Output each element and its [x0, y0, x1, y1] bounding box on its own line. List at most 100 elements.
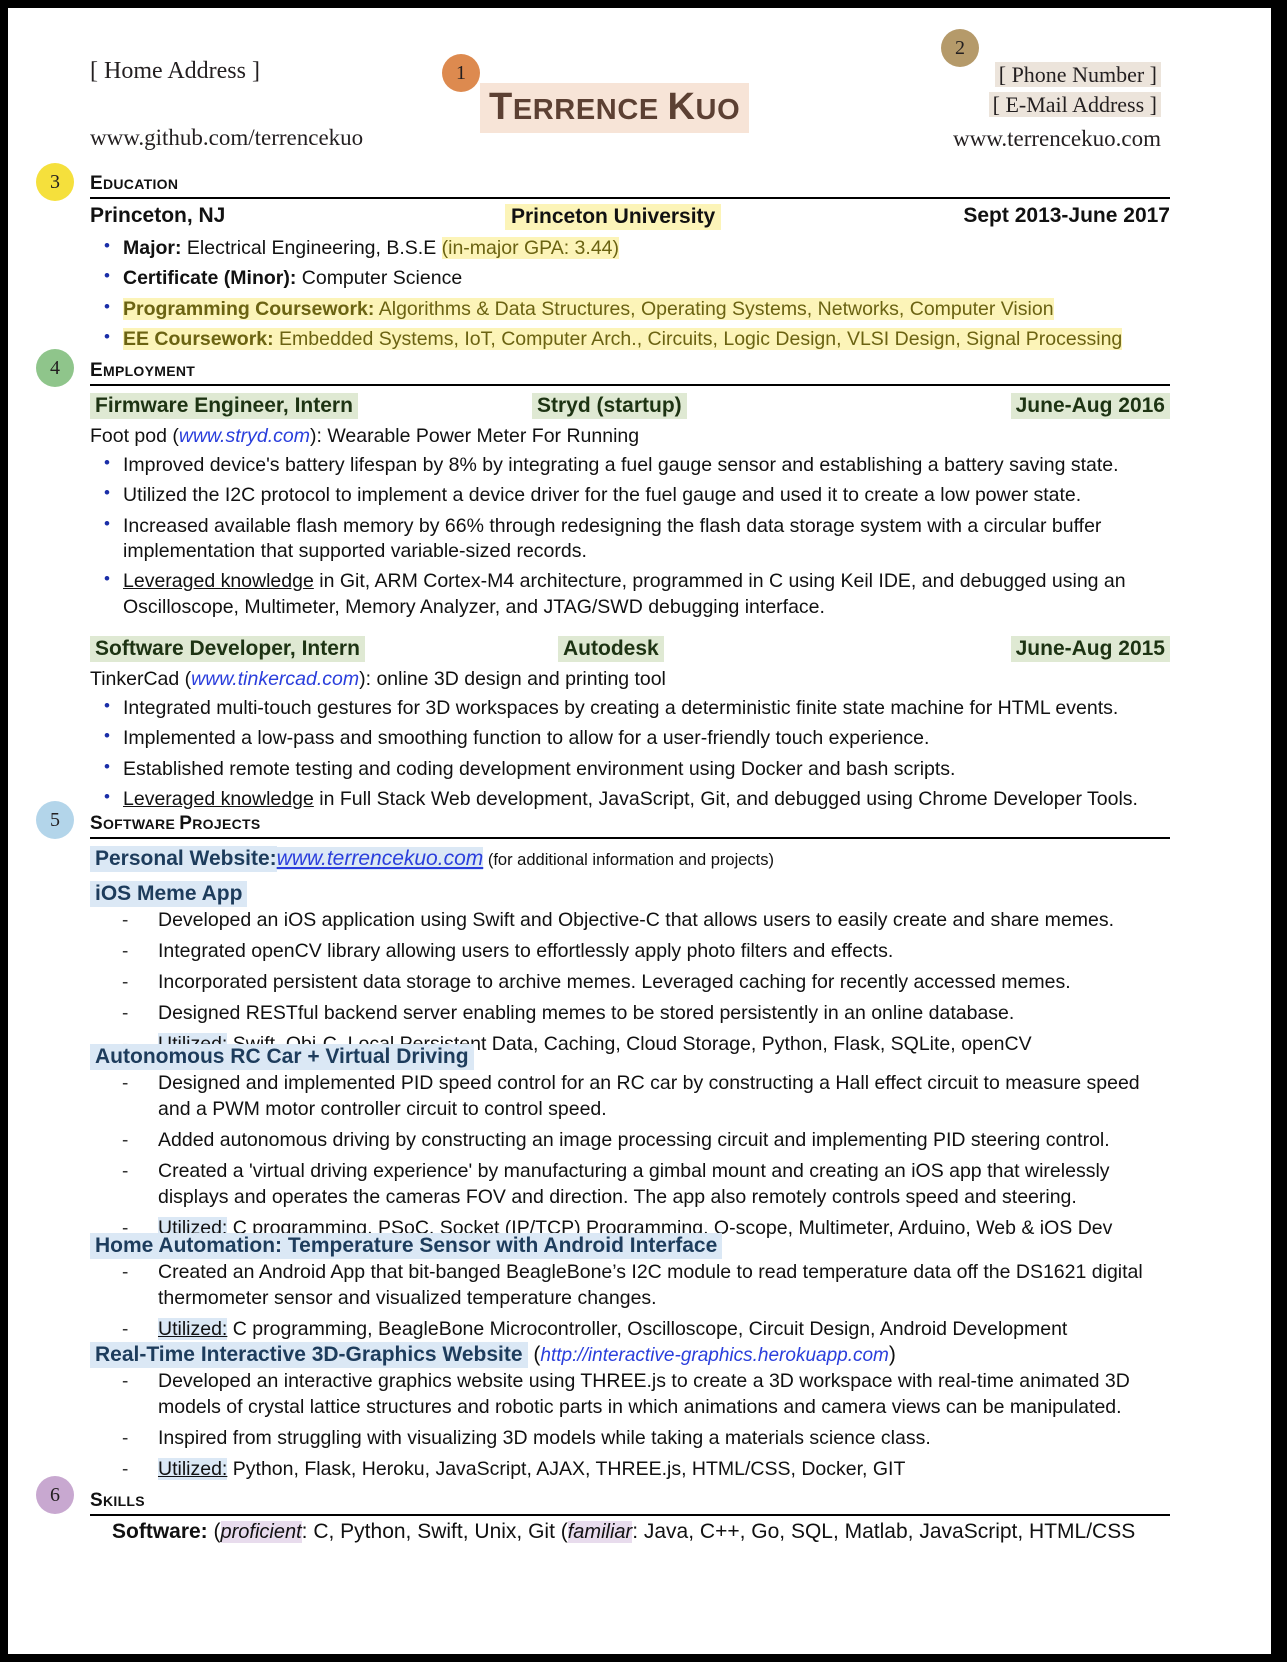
job-1-subtitle-pre: TinkerCad ( [90, 668, 192, 690]
personal-website-url[interactable]: www.terrencekuo.com [953, 126, 1161, 152]
list-item: EE Coursework: Embedded Systems, IoT, Co… [90, 326, 1170, 352]
job-1-title: Software Developer, Intern [90, 636, 365, 662]
section-skills-title: SKILLS [90, 1490, 145, 1511]
education-school: Princeton University [505, 204, 722, 230]
utilized-lead: Utilized: [158, 1317, 228, 1340]
list-item: Leveraged knowledge in Git, ARM Cortex-M… [90, 568, 1170, 620]
project-1-title: Autonomous RC Car + Virtual Driving [90, 1044, 474, 1070]
job-1-subtitle: TinkerCad (www.tinkercad.com): online 3D… [90, 667, 1170, 692]
job-1-subtitle-post: ): online 3D design and printing tool [359, 668, 666, 690]
callout-6: 6 [36, 1476, 74, 1514]
callout-5: 5 [36, 801, 74, 839]
project-3-heading: Real-Time Interactive 3D-Graphics Websit… [90, 1342, 1170, 1368]
section-employment-title: EMPLOYMENT [90, 360, 196, 381]
project-0-title: iOS Meme App [90, 881, 248, 907]
personal-website-link[interactable]: www.terrencekuo.com [276, 847, 484, 870]
leveraged-knowledge-lead: Leveraged knowledge [123, 788, 314, 811]
project-2-title: Home Automation: Temperature Sensor with… [90, 1233, 723, 1259]
project-0-bullets: Developed an iOS application using Swift… [90, 908, 1170, 1058]
personal-website-label: Personal Website: [90, 846, 277, 872]
list-item: Implemented a low-pass and smoothing fun… [90, 725, 1170, 751]
job-0-company: Stryd (startup) [532, 393, 687, 419]
resume-header: [ Home Address ] www.github.com/terrence… [8, 8, 1271, 153]
email-address: [ E-Mail Address ] [988, 91, 1161, 117]
edu-b3-text: Embedded Systems, IoT, Computer Arch., C… [273, 328, 1123, 351]
list-item: Designed and implemented PID speed contr… [90, 1071, 1170, 1123]
list-item: Major: Electrical Engineering, B.S.E (in… [90, 235, 1170, 261]
skills-software-label: Software: [112, 1520, 208, 1543]
skills-familiar-list: : Java, C++, Go, SQL, Matlab, JavaScript… [632, 1520, 1136, 1543]
list-item: Inspired from struggling with visualizin… [90, 1426, 1170, 1452]
project-1-heading: Autonomous RC Car + Virtual Driving [90, 1044, 1170, 1070]
section-employment: EMPLOYMENT [90, 360, 1170, 386]
job-heading-row: Software Developer, Intern Autodesk June… [90, 636, 1170, 662]
skills-proficient-label: proficient [220, 1521, 302, 1543]
list-item: Developed an interactive graphics websit… [90, 1369, 1170, 1421]
github-url[interactable]: www.github.com/terrencekuo [90, 125, 363, 151]
edu-b3-label: EE Coursework: [123, 328, 274, 351]
section-software-projects: SOFTWARE PROJECTS [90, 813, 1170, 839]
list-item: Created a 'virtual driving experience' b… [90, 1159, 1170, 1211]
project-1-bullets: Designed and implemented PID speed contr… [90, 1071, 1170, 1242]
section-divider [90, 1514, 1170, 1516]
education-dates: Sept 2013-June 2017 [963, 204, 1170, 227]
page-title: TERRENCE KUO [480, 83, 750, 133]
name-first-rest: ERRENCE [512, 94, 659, 126]
list-item: Integrated multi-touch gestures for 3D w… [90, 695, 1170, 721]
job-0-subtitle-pre: Foot pod ( [90, 425, 179, 447]
list-item: Created an Android App that bit-banged B… [90, 1260, 1170, 1312]
home-address: [ Home Address ] [90, 58, 260, 84]
list-item: Designed RESTful backend server enabling… [90, 1001, 1170, 1027]
job-0-subtitle-post: ): Wearable Power Meter For Running [310, 425, 640, 447]
phone-number: [ Phone Number ] [994, 62, 1161, 87]
list-item: Leveraged knowledge in Full Stack Web de… [90, 786, 1170, 812]
list-item: Certificate (Minor): Computer Science [90, 265, 1170, 291]
job-1-subtitle-link[interactable]: www.tinkercad.com [191, 668, 359, 690]
edu-b2-text: Algorithms & Data Structures, Operating … [374, 297, 1054, 320]
name-last-initial: K [667, 86, 696, 128]
name-first-initial: T [489, 86, 513, 128]
contact-block: [ Phone Number ] [ E-Mail Address ] [988, 60, 1161, 119]
job-1-dates: June-Aug 2015 [1010, 636, 1170, 662]
edu-b1-label: Certificate (Minor): [123, 267, 297, 290]
job-0-subtitle-link[interactable]: www.stryd.com [179, 425, 310, 447]
job-0-subtitle: Foot pod (www.stryd.com): Wearable Power… [90, 424, 1170, 449]
section-divider [90, 837, 1170, 839]
list-item: Added autonomous driving by constructing… [90, 1128, 1170, 1154]
resume-page: [ Home Address ] www.github.com/terrence… [8, 8, 1271, 1654]
list-item: Utilized the I2C protocol to implement a… [90, 482, 1170, 508]
skills-software-row: Software: (proficient: C, Python, Swift,… [112, 1520, 1136, 1543]
list-item: Utilized: C programming, BeagleBone Micr… [90, 1317, 1170, 1343]
job-0-dates: June-Aug 2016 [1010, 393, 1170, 419]
job-1-bullets: Integrated multi-touch gestures for 3D w… [90, 695, 1170, 812]
list-item: Integrated openCV library allowing users… [90, 939, 1170, 965]
list-item: Utilized: Python, Flask, Heroku, JavaScr… [90, 1457, 1170, 1483]
project-3-link[interactable]: http://interactive-graphics.herokuapp.co… [540, 1345, 889, 1366]
section-divider [90, 197, 1170, 199]
project-0-heading: iOS Meme App [90, 881, 1170, 907]
list-item: Programming Coursework: Algorithms & Dat… [90, 296, 1170, 322]
edu-b0-label: Major: [123, 237, 182, 259]
list-item: Established remote testing and coding de… [90, 756, 1170, 782]
section-divider [90, 384, 1170, 386]
list-item: Incorporated persistent data storage to … [90, 970, 1170, 996]
project-3-title: Real-Time Interactive 3D-Graphics Websit… [90, 1342, 528, 1368]
personal-website-note: (for additional information and projects… [487, 851, 774, 869]
education-location: Princeton, NJ [90, 204, 226, 227]
section-projects-title: SOFTWARE PROJECTS [90, 813, 261, 834]
project-3-bullets: Developed an interactive graphics websit… [90, 1369, 1170, 1483]
project-2-bullets: Created an Android App that bit-banged B… [90, 1260, 1170, 1343]
edu-b0-text: Electrical Engineering, B.S.E [181, 237, 442, 259]
edu-b2-label: Programming Coursework: [123, 297, 375, 320]
skills-familiar-label: familiar [567, 1521, 633, 1543]
edu-b1-text: Computer Science [296, 267, 463, 290]
name-last-rest: UO [695, 94, 741, 126]
callout-2: 2 [941, 29, 979, 67]
job-0-title: Firmware Engineer, Intern [90, 393, 358, 419]
education-bullets: Major: Electrical Engineering, B.S.E (in… [90, 235, 1170, 352]
list-item: Improved device's battery lifespan by 8%… [90, 452, 1170, 478]
education-heading-row: Princeton, NJ Princeton University Sept … [90, 204, 1170, 230]
skills-proficient-list: : C, Python, Swift, Unix, Git [301, 1520, 561, 1543]
section-education: EDUCATION [90, 173, 1170, 199]
utilized-lead: Utilized: [158, 1457, 228, 1480]
